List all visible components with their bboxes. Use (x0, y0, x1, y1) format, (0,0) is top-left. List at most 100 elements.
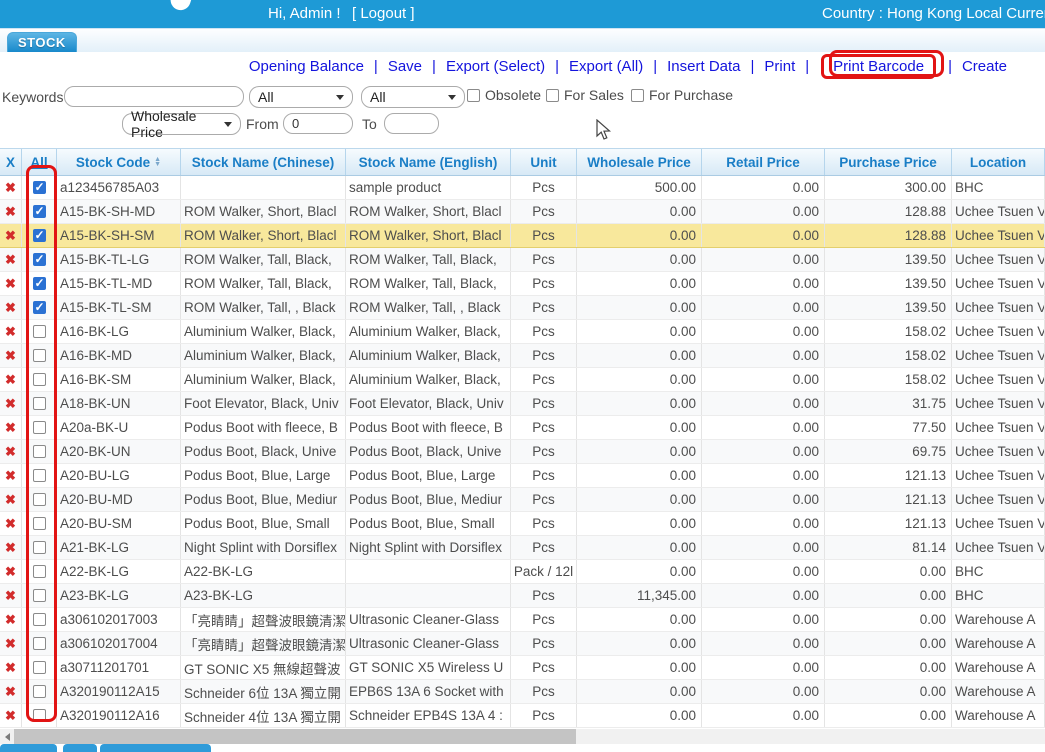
pagination-button-stub[interactable] (0, 744, 57, 752)
row-checkbox[interactable] (33, 325, 46, 338)
row-checkbox[interactable] (33, 517, 46, 530)
table-row: ✖A15-BK-TL-MDROM Walker, Tall, Black,ROM… (0, 272, 1045, 296)
col-header-stock-code[interactable]: Stock Code▲▼ (57, 149, 181, 175)
cell-stock-code: a306102017004 (57, 632, 181, 655)
price-to-input[interactable] (384, 113, 439, 134)
delete-row-icon[interactable]: ✖ (5, 708, 16, 724)
toolbar-separator: | (374, 58, 378, 75)
delete-row-icon[interactable]: ✖ (5, 684, 16, 700)
delete-row-icon[interactable]: ✖ (5, 300, 16, 316)
row-checkbox[interactable] (33, 661, 46, 674)
scrollbar-thumb[interactable] (14, 729, 576, 744)
row-checkbox[interactable] (33, 373, 46, 386)
delete-row-icon[interactable]: ✖ (5, 276, 16, 292)
price-type-select[interactable]: Wholesale Price (122, 113, 241, 135)
delete-row-icon[interactable]: ✖ (5, 372, 16, 388)
for-purchase-checkbox[interactable] (631, 89, 644, 102)
cell-purchase-price: 31.75 (825, 392, 952, 415)
category2-select[interactable]: All (361, 86, 465, 108)
cell-purchase-price: 121.13 (825, 512, 952, 535)
delete-row-icon[interactable]: ✖ (5, 252, 16, 268)
obsolete-checkbox[interactable] (467, 89, 480, 102)
toolbar-link-save[interactable]: Save (388, 58, 422, 75)
row-checkbox[interactable] (33, 349, 46, 362)
delete-row-icon[interactable]: ✖ (5, 180, 16, 196)
delete-row-icon[interactable]: ✖ (5, 564, 16, 580)
toolbar-link-print[interactable]: Print (764, 58, 795, 75)
delete-cell: ✖ (0, 224, 22, 247)
row-checkbox[interactable] (33, 229, 46, 242)
cell-purchase-price: 158.02 (825, 368, 952, 391)
delete-row-icon[interactable]: ✖ (5, 636, 16, 652)
row-checkbox[interactable] (33, 181, 46, 194)
delete-row-icon[interactable]: ✖ (5, 204, 16, 220)
delete-row-icon[interactable]: ✖ (5, 324, 16, 340)
delete-row-icon[interactable]: ✖ (5, 468, 16, 484)
cell-location: Uchee Tsuen V (952, 296, 1045, 319)
toolbar-link-opening-balance[interactable]: Opening Balance (249, 58, 364, 75)
table-row: ✖A20-BU-MDPodus Boot, Blue, MediurPodus … (0, 488, 1045, 512)
for-sales-checkbox[interactable] (546, 89, 559, 102)
checkbox-cell (22, 416, 57, 439)
cell-unit: Pcs (511, 392, 577, 415)
keywords-input[interactable] (64, 86, 244, 107)
cell-name-english: Podus Boot, Blue, Small (346, 512, 511, 535)
cell-purchase-price: 121.13 (825, 464, 952, 487)
row-checkbox[interactable] (33, 301, 46, 314)
logout-link[interactable]: [ Logout ] (352, 5, 415, 22)
cell-retail-price: 0.00 (702, 320, 825, 343)
delete-row-icon[interactable]: ✖ (5, 516, 16, 532)
row-checkbox[interactable] (33, 709, 46, 722)
price-from-input[interactable] (283, 113, 353, 134)
delete-row-icon[interactable]: ✖ (5, 420, 16, 436)
delete-row-icon[interactable]: ✖ (5, 612, 16, 628)
row-checkbox[interactable] (33, 541, 46, 554)
row-checkbox[interactable] (33, 589, 46, 602)
cell-stock-code: a123456785A03 (57, 176, 181, 199)
tab-stock[interactable]: STOCK (7, 32, 77, 53)
filter-panel: Keywords All All Obsolete For Sales For … (0, 80, 1045, 148)
row-checkbox[interactable] (33, 397, 46, 410)
row-checkbox[interactable] (33, 205, 46, 218)
col-header-label: X (6, 155, 15, 170)
row-checkbox[interactable] (33, 613, 46, 626)
table-row: ✖A320190112A16Schneider 4位 13A 獨立開Schnei… (0, 704, 1045, 728)
cell-name-english: EPB6S 13A 6 Socket with (346, 680, 511, 703)
row-checkbox[interactable] (33, 469, 46, 482)
row-checkbox[interactable] (33, 421, 46, 434)
cell-wholesale-price: 0.00 (577, 704, 702, 727)
delete-row-icon[interactable]: ✖ (5, 228, 16, 244)
toolbar-link-print-barcode[interactable]: Print Barcode (821, 54, 936, 79)
delete-row-icon[interactable]: ✖ (5, 588, 16, 604)
scroll-left-icon (5, 733, 10, 741)
row-checkbox[interactable] (33, 493, 46, 506)
toolbar-link-insert-data[interactable]: Insert Data (667, 58, 740, 75)
delete-row-icon[interactable]: ✖ (5, 348, 16, 364)
delete-row-icon[interactable]: ✖ (5, 660, 16, 676)
delete-row-icon[interactable]: ✖ (5, 444, 16, 460)
cell-retail-price: 0.00 (702, 512, 825, 535)
cell-name-english: ROM Walker, Short, Blacl (346, 200, 511, 223)
cell-location: BHC (952, 584, 1045, 607)
delete-row-icon[interactable]: ✖ (5, 396, 16, 412)
row-checkbox[interactable] (33, 637, 46, 650)
row-checkbox[interactable] (33, 565, 46, 578)
scroll-left-button[interactable] (0, 729, 14, 744)
toolbar-separator: | (432, 58, 436, 75)
pagination-button-stub[interactable] (63, 744, 97, 752)
pagination-button-stub[interactable] (100, 744, 211, 752)
toolbar-link-export-all-[interactable]: Export (All) (569, 58, 643, 75)
row-checkbox[interactable] (33, 253, 46, 266)
checkbox-cell (22, 272, 57, 295)
delete-row-icon[interactable]: ✖ (5, 540, 16, 556)
cell-stock-code: A20-BK-UN (57, 440, 181, 463)
row-checkbox[interactable] (33, 685, 46, 698)
toolbar-link-export-select-[interactable]: Export (Select) (446, 58, 545, 75)
category1-select[interactable]: All (249, 86, 353, 108)
row-checkbox[interactable] (33, 277, 46, 290)
row-checkbox[interactable] (33, 445, 46, 458)
cell-purchase-price: 139.50 (825, 248, 952, 271)
delete-row-icon[interactable]: ✖ (5, 492, 16, 508)
toolbar-link-create[interactable]: Create (962, 58, 1007, 75)
col-header-all[interactable]: All (22, 149, 57, 175)
